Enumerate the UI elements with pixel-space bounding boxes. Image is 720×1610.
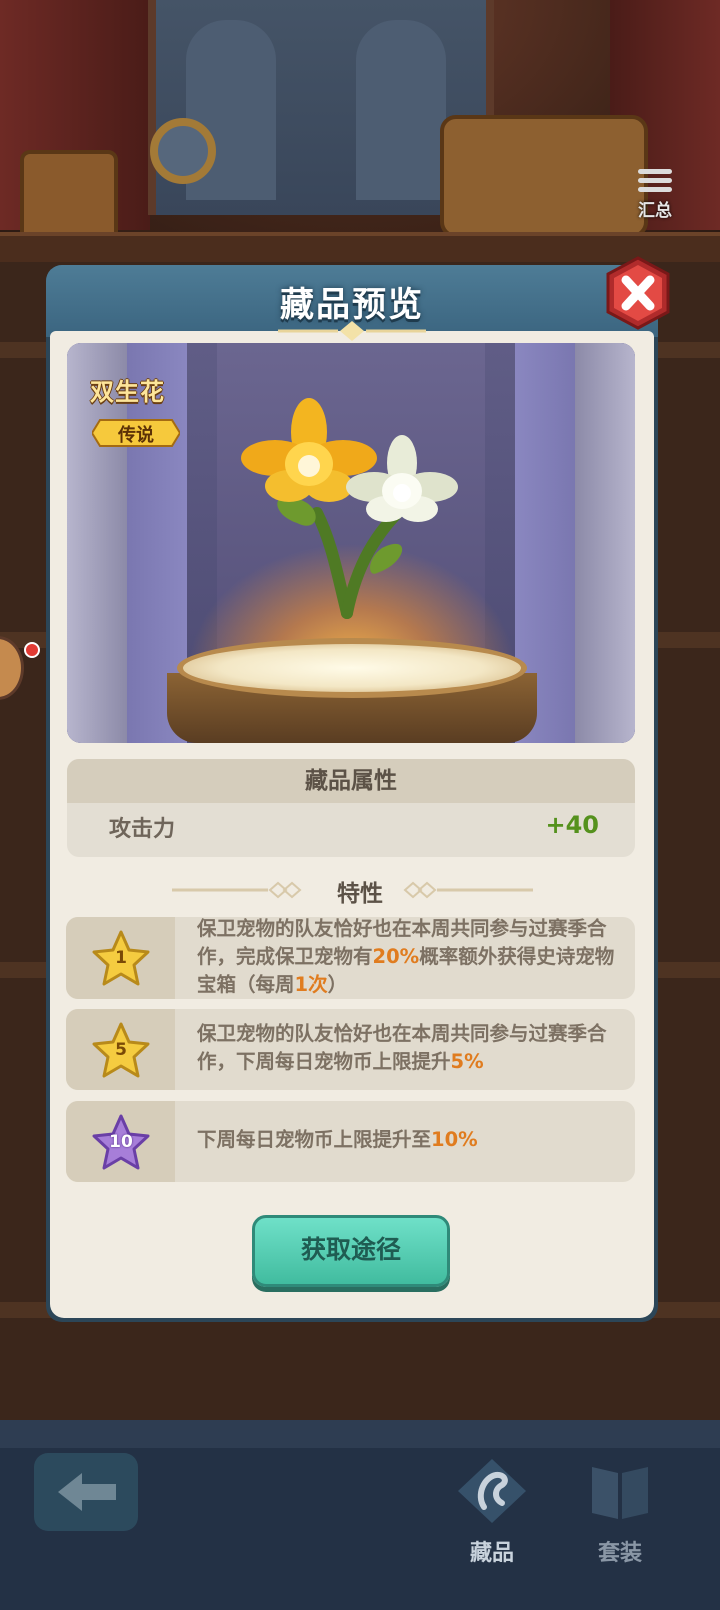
rarity-label: 传说 xyxy=(118,425,154,446)
tab-collection-label: 藏品 xyxy=(469,1541,514,1566)
summary-button[interactable]: 汇总 xyxy=(626,165,684,225)
trait-level: 1 xyxy=(115,948,127,968)
trait-text: 下周每日宠物币上限提升至10% xyxy=(197,1128,478,1151)
treasure-chest-decoration xyxy=(20,150,118,238)
tab-set[interactable]: 套装 xyxy=(572,1455,668,1595)
back-button[interactable] xyxy=(34,1453,138,1531)
item-name: 双生花 xyxy=(90,378,165,406)
close-button[interactable] xyxy=(604,256,672,330)
trait-text: 保卫宠物的队友恰好也在本周共同参与过赛季合作，完成保卫宠物有20%概率额外获得史… xyxy=(197,917,615,996)
dialog-title: 藏品预览 xyxy=(280,285,424,325)
tab-set-label: 套装 xyxy=(597,1541,642,1566)
list-icon xyxy=(638,169,672,192)
trait-level: 5 xyxy=(115,1040,127,1060)
arrow-left-icon xyxy=(58,1473,116,1511)
attribute-value: +40 xyxy=(545,811,599,839)
cash-register-decoration xyxy=(440,115,648,238)
twin-flower-image xyxy=(241,398,458,619)
rarity-badge: 传说 xyxy=(92,418,180,448)
collection-icon xyxy=(458,1459,526,1523)
book-icon xyxy=(592,1467,648,1519)
header-ornament xyxy=(278,321,426,341)
attribute-label: 攻击力 xyxy=(109,817,176,842)
divider-right xyxy=(403,881,533,899)
attributes-panel: 藏品属性 攻击力 +40 xyxy=(67,759,635,857)
trait-row-2: 5 保卫宠物的队友恰好也在本周共同参与过赛季合作，下周每日宠物币上限提升5% xyxy=(66,1009,635,1090)
get-source-button[interactable]: 获取途径 xyxy=(252,1215,450,1287)
trait-row-3: 10 下周每日宠物币上限提升至10% xyxy=(66,1101,635,1182)
trait-row-1: 1 保卫宠物的队友恰好也在本周共同参与过赛季合作，完成保卫宠物有20%概率额外获… xyxy=(66,917,635,999)
traits-title: 特性 xyxy=(337,881,383,907)
attributes-header: 藏品属性 xyxy=(67,759,635,803)
trait-level: 10 xyxy=(109,1132,133,1152)
tab-collection[interactable]: 藏品 xyxy=(444,1455,540,1595)
notification-dot xyxy=(24,642,40,658)
trait-text: 保卫宠物的队友恰好也在本周共同参与过赛季合作，下周每日宠物币上限提升5% xyxy=(197,1022,607,1073)
magnifier-decoration xyxy=(150,118,216,184)
summary-label: 汇总 xyxy=(638,201,672,221)
